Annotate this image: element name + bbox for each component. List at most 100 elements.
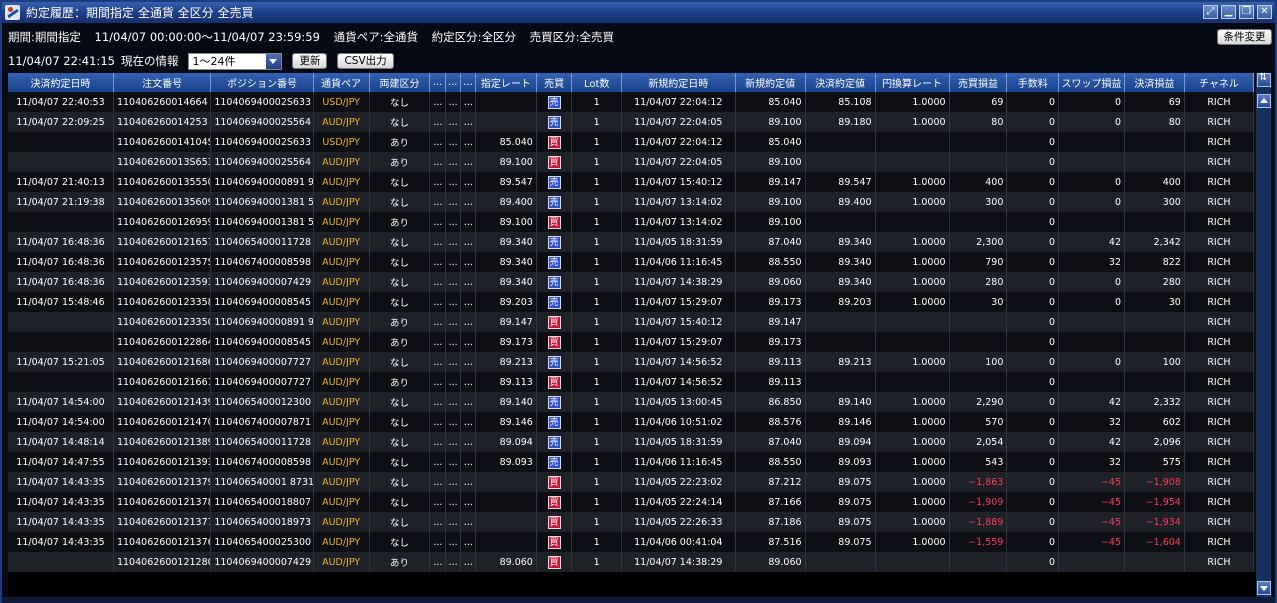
table-row[interactable]: 1104062600121280 1104069400007429 AUD/JPY あ… [8,552,1255,572]
refresh-button[interactable]: 更新 [292,53,328,69]
column-header[interactable]: スワップ損益 [1058,73,1126,92]
column-header[interactable]: 手数料 [1006,73,1060,92]
table-cell: RICH [1184,272,1255,292]
column-header[interactable]: 決済約定値 [805,73,876,92]
side-badge: 買 [547,495,561,509]
table-cell: 2,290 [949,392,1008,412]
table-cell: −45 [1058,472,1126,492]
table-row[interactable]: 11/04/07 15:48:46 1104062600123358 1104069… [8,292,1255,312]
table-cell: ... [460,112,477,132]
column-header[interactable]: 決済損益 [1124,73,1185,92]
table-cell: ... [460,292,477,312]
table-cell: AUD/JPY [313,392,370,412]
table-row[interactable]: 11/04/07 21:40:13 1104062600135550 1104069… [8,172,1255,192]
column-config-icon[interactable] [1257,72,1271,87]
table-row[interactable]: 110406260014104S 110406940002S633 USD/JPY あ… [8,132,1255,152]
table-row[interactable]: 11/04/07 22:09:25 110406260014253 11040694… [8,112,1255,132]
vertical-scrollbar[interactable] [1256,72,1271,597]
table-row[interactable]: 11/04/07 21:19:38 1104062600135609 1104069… [8,192,1255,212]
table-row[interactable]: 11/04/07 14:54:00 1104062600121470 1104067… [8,412,1255,432]
table-row[interactable]: 11/04/07 16:48:36 1104062600121657 1104065… [8,232,1255,252]
table-cell: 42 [1058,432,1126,452]
table-cell: 89.113 [475,372,537,392]
table-row[interactable]: 11/04/07 14:48:14 1104062600121389 1104065… [8,432,1255,452]
column-header[interactable]: チャネル [1184,73,1255,92]
column-header[interactable]: 売買損益 [949,73,1008,92]
table-row[interactable]: 1104062600126959 110406940001381 5 AUD/JPY… [8,212,1255,232]
page-range-select[interactable]: 1〜24件 [188,52,283,70]
column-header[interactable]: 両建区分 [369,73,431,92]
table-row[interactable]: 11/04/07 14:43:35 1104062600121377 1104065… [8,512,1255,532]
table-row[interactable]: 11/04/07 22:40:53 110406260014664 11040694… [8,92,1255,112]
table-cell: 87.186 [735,512,806,532]
column-header[interactable]: 新規約定日時 [621,73,736,92]
table-cell: ... [460,252,477,272]
table-cell: あり [369,372,431,392]
table-cell: 1.0000 [875,472,950,492]
maximize-button[interactable]: ❐ [1239,5,1254,19]
side-cell: 買 [536,332,573,352]
close-button[interactable]: ✕ [1257,5,1272,19]
column-header[interactable]: ... [429,73,446,92]
table-cell: RICH [1184,412,1255,432]
table-row[interactable]: 11/04/07 16:48:36 1104062600123593 1104069… [8,272,1255,292]
table-cell: 0 [1006,372,1060,392]
table-cell: 11/04/06 10:51:02 [621,412,736,432]
table-cell: 1104062600121379 [113,472,212,492]
table-cell: RICH [1184,232,1255,252]
column-header[interactable]: 新規約定値 [735,73,806,92]
scroll-up-icon[interactable] [1257,94,1271,108]
table-row[interactable]: 11/04/07 15:21:05 1104062600121686 1104069… [8,352,1255,372]
table-row[interactable]: 110406260013S653 110406940002S564 AUD/JPY あ… [8,152,1255,172]
table-cell: 1.0000 [875,92,950,112]
table-cell: 0 [1006,392,1060,412]
table-row[interactable]: 11/04/07 14:43:35 1104062600121379 1104065… [8,472,1255,492]
scroll-down-icon[interactable] [1257,581,1271,595]
column-header[interactable]: 通貨ペア [313,73,370,92]
table-cell: 1104069400008545 [210,292,314,312]
table-cell: 1 [571,312,623,332]
table-cell [949,552,1008,572]
table-row[interactable]: 1104062600122864 1104069400008545 AUD/JPY あ… [8,332,1255,352]
column-header[interactable]: 売買 [536,73,573,92]
table-row[interactable]: 11/04/07 14:54:00 1104062600121439 1104065… [8,392,1255,412]
table-row[interactable]: 11/04/07 14:47:55 1104062600121393 1104067… [8,452,1255,472]
table-row[interactable]: 1104062600121661 1104069400007727 AUD/JPY あ… [8,372,1255,392]
side-badge: 売 [547,255,561,269]
column-header[interactable]: ... [460,73,477,92]
detach-window-button[interactable]: ⤢ [1203,5,1218,19]
table-cell: なし [369,532,431,552]
table-row[interactable]: 11/04/07 14:43:35 1104062600121376 1104065… [8,532,1255,552]
table-cell: 0 [1058,172,1126,192]
csv-export-button[interactable]: CSV出力 [337,53,394,69]
side-badge: 買 [547,515,561,529]
table-cell: ... [460,152,477,172]
table-cell: 1.0000 [875,432,950,452]
column-header[interactable]: 円換算レート [875,73,950,92]
column-header[interactable]: 注文番号 [113,73,212,92]
table-cell: 1104065400011728 [210,432,314,452]
table-row[interactable]: 11/04/07 14:43:35 1104062600121378 1104065… [8,492,1255,512]
column-header[interactable]: ... [445,73,461,92]
side-cell: 買 [536,372,573,392]
column-header[interactable]: 決済約定日時 [8,73,114,92]
column-header[interactable]: Lot数 [571,73,623,92]
table-cell: ... [445,312,461,332]
minimize-button[interactable]: ▁ [1221,5,1236,19]
table-row[interactable]: 1104062600123350 110406940000891 9 AUD/JPY… [8,312,1255,332]
table-cell: 1 [571,392,623,412]
table-cell: RICH [1184,492,1255,512]
side-badge: 買 [547,475,561,489]
table-cell: 300 [1124,192,1185,212]
table-cell: 11/04/07 15:21:05 [8,352,114,372]
side-badge: 売 [547,195,561,209]
table-cell [805,212,876,232]
change-condition-button[interactable]: 条件変更 [1217,29,1272,45]
table-row[interactable]: 11/04/07 16:48:36 110406260012357S 1104067… [8,252,1255,272]
table-cell: 89.340 [475,232,537,252]
table-cell: ... [445,392,461,412]
table-cell: 11/04/05 22:24:14 [621,492,736,512]
column-header[interactable]: ポジション番号 [210,73,314,92]
column-header[interactable]: 指定レート [475,73,537,92]
chevron-down-icon[interactable] [266,53,282,69]
